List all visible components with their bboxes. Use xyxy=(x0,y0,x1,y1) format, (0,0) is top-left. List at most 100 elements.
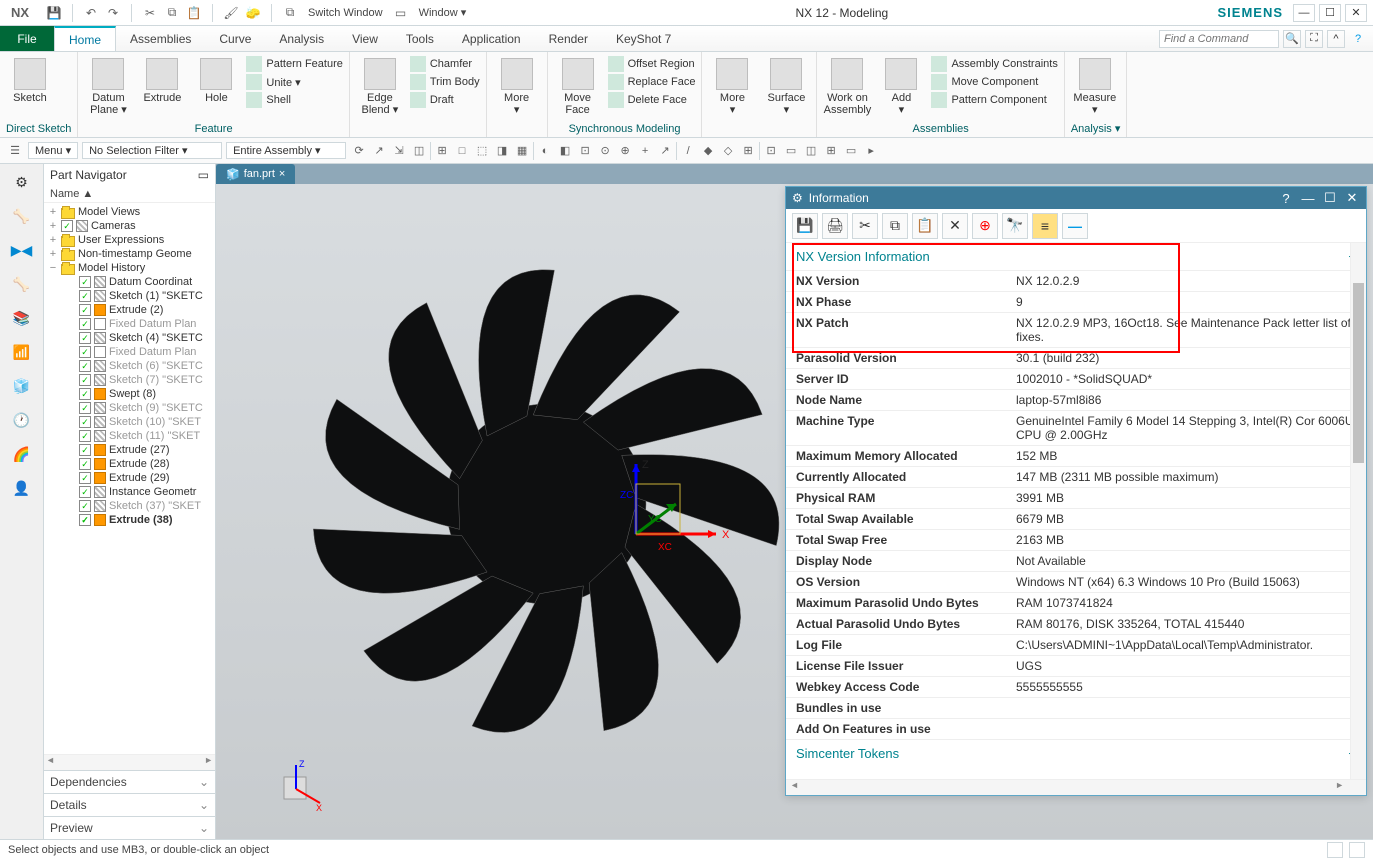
tree-node[interactable]: ✓Sketch (10) "SKET xyxy=(44,415,215,429)
ribbon-delete-face[interactable]: Delete Face xyxy=(608,92,696,108)
checkbox-icon[interactable]: ✓ xyxy=(79,416,91,428)
ribbon-surface[interactable]: Surface▾ xyxy=(762,54,810,116)
erase-icon[interactable]: 🧽 xyxy=(245,5,261,21)
menu-tab-render[interactable]: Render xyxy=(535,26,602,51)
filter-icon-7[interactable]: ◨ xyxy=(493,142,511,160)
help-icon[interactable]: ? xyxy=(1349,30,1367,48)
filter-icon-15[interactable]: ↗ xyxy=(656,142,674,160)
ribbon-edge[interactable]: EdgeBlend ▾ xyxy=(356,54,404,116)
menu-tab-curve[interactable]: Curve xyxy=(205,26,265,51)
tree-node[interactable]: +Model Views xyxy=(44,205,215,219)
window-menu-label[interactable]: Window ▾ xyxy=(415,6,471,19)
ribbon-offset-region[interactable]: Offset Region xyxy=(608,56,696,72)
tree-node[interactable]: ✓Sketch (9) "SKETC xyxy=(44,401,215,415)
info-hscroll[interactable] xyxy=(786,779,1366,795)
command-search-input[interactable] xyxy=(1159,30,1279,48)
info-minimize-icon[interactable]: — xyxy=(1300,191,1316,206)
tree-node[interactable]: ✓Sketch (11) "SKET xyxy=(44,429,215,443)
history-icon[interactable]: 🕐 xyxy=(10,408,34,432)
filter-icon-0[interactable]: ⟳ xyxy=(350,142,368,160)
filter-icon-2[interactable]: ⇲ xyxy=(390,142,408,160)
checkbox-icon[interactable]: ✓ xyxy=(79,458,91,470)
ribbon-add[interactable]: Add▾ xyxy=(877,54,925,116)
checkbox-icon[interactable]: ✓ xyxy=(61,220,73,232)
copy-icon[interactable]: ⧉ xyxy=(164,5,180,21)
info-print-icon[interactable]: 🖨 xyxy=(822,213,848,239)
filter-icon-20[interactable]: ⊡ xyxy=(762,142,780,160)
window-menu-icon[interactable]: ▭ xyxy=(393,5,409,21)
document-tab[interactable]: 🧊 fan.prt × xyxy=(216,164,295,184)
ribbon-trim-body[interactable]: Trim Body xyxy=(410,74,480,90)
fullscreen-icon[interactable]: ⛶ xyxy=(1305,30,1323,48)
menu-button[interactable]: Menu ▾ xyxy=(28,142,78,159)
tree-node[interactable]: +✓Cameras xyxy=(44,219,215,233)
close-button[interactable]: ✕ xyxy=(1345,4,1367,22)
nav-pin-icon[interactable]: ▭ xyxy=(198,168,209,182)
selection-filter[interactable]: No Selection Filter ▾ xyxy=(82,142,222,159)
filter-icon-19[interactable]: ⊞ xyxy=(739,142,757,160)
ribbon-pattern-feature[interactable]: Pattern Feature xyxy=(246,56,342,72)
cut-icon[interactable]: ✂ xyxy=(142,5,158,21)
wifi-icon[interactable]: 📶 xyxy=(10,340,34,364)
info-wrap-icon[interactable]: ≡ xyxy=(1032,213,1058,239)
filter-icon-13[interactable]: ⊕ xyxy=(616,142,634,160)
checkbox-icon[interactable]: ✓ xyxy=(79,360,91,372)
tree-node[interactable]: ✓Sketch (37) "SKET xyxy=(44,499,215,513)
ribbon-more[interactable]: More▾ xyxy=(708,54,756,116)
accordion-preview[interactable]: Preview⌄ xyxy=(44,816,215,839)
nav-column-header[interactable]: Name ▲ xyxy=(44,186,215,203)
info-collapse-icon[interactable]: — xyxy=(1062,213,1088,239)
constraint-nav-icon[interactable]: ▶◀ xyxy=(10,238,34,262)
tree-node[interactable]: ✓Extrude (29) xyxy=(44,471,215,485)
checkbox-icon[interactable]: ✓ xyxy=(79,444,91,456)
tree-node[interactable]: ✓Extrude (38) xyxy=(44,513,215,527)
info-find-icon[interactable]: 🔭 xyxy=(1002,213,1028,239)
reuse-library-icon[interactable]: 📚 xyxy=(10,306,34,330)
nav-hscroll[interactable] xyxy=(44,754,215,770)
info-maximize-icon[interactable]: ☐ xyxy=(1322,190,1338,206)
checkbox-icon[interactable]: ✓ xyxy=(79,318,91,330)
tree-node[interactable]: ✓Instance Geometr xyxy=(44,485,215,499)
filter-icon-11[interactable]: ⊡ xyxy=(576,142,594,160)
tree-node[interactable]: ✓Fixed Datum Plan xyxy=(44,317,215,331)
part-nav-icon[interactable]: 🦴 xyxy=(10,204,34,228)
ribbon-move[interactable]: MoveFace xyxy=(554,54,602,116)
ribbon-move-component[interactable]: Move Component xyxy=(931,74,1057,90)
ribbon-shell[interactable]: Shell xyxy=(246,92,342,108)
gear-icon[interactable]: ⚙ xyxy=(792,191,803,205)
filter-icon-3[interactable]: ◫ xyxy=(410,142,428,160)
ribbon-pattern-component[interactable]: Pattern Component xyxy=(931,92,1057,108)
filter-icon-16[interactable]: / xyxy=(679,142,697,160)
checkbox-icon[interactable]: ✓ xyxy=(79,402,91,414)
tree-node[interactable]: ✓Sketch (1) "SKETC xyxy=(44,289,215,303)
info-next-section[interactable]: Simcenter Tokens xyxy=(796,746,899,761)
accordion-details[interactable]: Details⌄ xyxy=(44,793,215,816)
paste-icon[interactable]: 📋 xyxy=(186,5,202,21)
ribbon-assembly-constraints[interactable]: Assembly Constraints xyxy=(931,56,1057,72)
status-icon-2[interactable] xyxy=(1349,842,1365,858)
checkbox-icon[interactable]: ✓ xyxy=(79,472,91,484)
filter-icon-23[interactable]: ⊞ xyxy=(822,142,840,160)
tab-close-icon[interactable]: × xyxy=(279,168,285,180)
tree-node[interactable]: ✓Sketch (7) "SKETC xyxy=(44,373,215,387)
tree-node[interactable]: −Model History xyxy=(44,261,215,275)
checkbox-icon[interactable]: ✓ xyxy=(79,346,91,358)
info-paste-icon[interactable]: 📋 xyxy=(912,213,938,239)
checkbox-icon[interactable]: ✓ xyxy=(79,500,91,512)
tree-node[interactable]: ✓Sketch (4) "SKETC xyxy=(44,331,215,345)
save-icon[interactable]: 💾 xyxy=(46,5,62,21)
tree-node[interactable]: ✓Fixed Datum Plan xyxy=(44,345,215,359)
tree-node[interactable]: +User Expressions xyxy=(44,233,215,247)
checkbox-icon[interactable]: ✓ xyxy=(79,332,91,344)
switch-window-label[interactable]: Switch Window xyxy=(304,7,387,19)
checkbox-icon[interactable]: ✓ xyxy=(79,514,91,526)
info-delete-icon[interactable]: ✕ xyxy=(942,213,968,239)
checkbox-icon[interactable]: ✓ xyxy=(79,304,91,316)
tree-node[interactable]: ✓Sketch (6) "SKETC xyxy=(44,359,215,373)
search-icon[interactable]: 🔍 xyxy=(1283,30,1301,48)
filter-icon-10[interactable]: ◧ xyxy=(556,142,574,160)
ribbon-datum[interactable]: DatumPlane ▾ xyxy=(84,54,132,116)
tree-node[interactable]: ✓Datum Coordinat xyxy=(44,275,215,289)
info-cut-icon[interactable]: ✂ xyxy=(852,213,878,239)
checkbox-icon[interactable]: ✓ xyxy=(79,374,91,386)
